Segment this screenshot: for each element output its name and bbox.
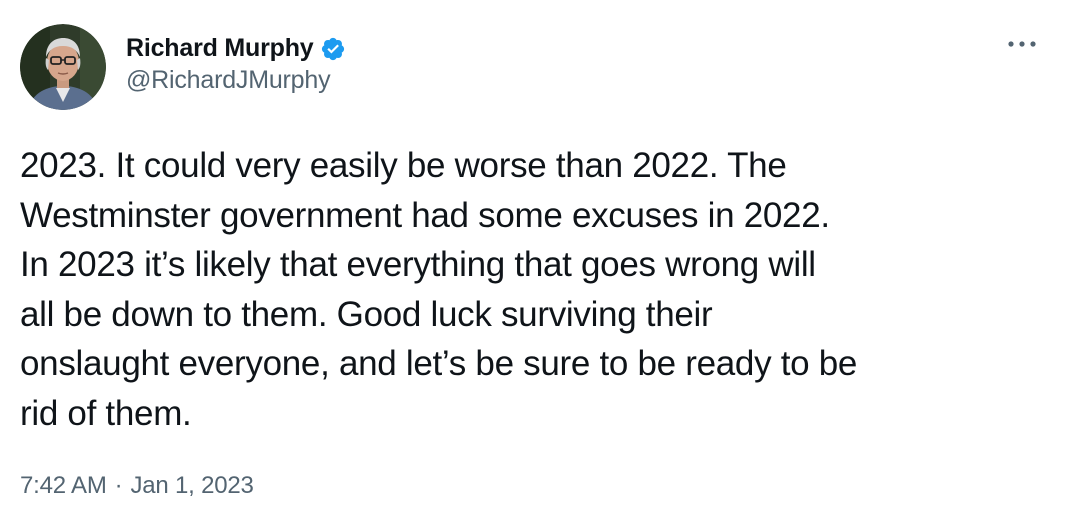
more-options-button[interactable] (1004, 34, 1040, 54)
tweet-header: Richard Murphy @RichardJMurphy (20, 24, 346, 110)
tweet-text-line: Westminster government had some excuses … (20, 195, 830, 235)
name-row: Richard Murphy (126, 32, 346, 66)
tweet-time: 7:42 AM (20, 472, 107, 499)
tweet-text-line: all be down to them. Good luck surviving… (20, 294, 713, 334)
tweet-text-line: 2023. It could very easily be worse than… (20, 146, 787, 185)
tweet-text-line: onslaught everyone, and let’s be sure to… (20, 344, 858, 383)
tweet-card: Richard Murphy @RichardJMurphy 2023. It … (0, 0, 1066, 528)
tweet-date: Jan 1, 2023 (130, 472, 254, 499)
author-info: Richard Murphy @RichardJMurphy (126, 32, 346, 95)
tweet-text-line: In 2023 it’s likely that everything that… (20, 245, 816, 284)
avatar[interactable] (20, 24, 106, 110)
tweet-timestamp[interactable]: 7:42 AM · Jan 1, 2023 (20, 472, 254, 500)
handle[interactable]: @RichardJMurphy (126, 66, 346, 95)
tweet-text-line: rid of them. (20, 393, 192, 433)
display-name[interactable]: Richard Murphy (126, 34, 314, 63)
more-horizontal-icon (1008, 41, 1036, 47)
meta-separator: · (114, 472, 123, 499)
verified-badge-icon (320, 36, 346, 62)
tweet-text: 2023. It could very easily be worse than… (20, 141, 1050, 438)
